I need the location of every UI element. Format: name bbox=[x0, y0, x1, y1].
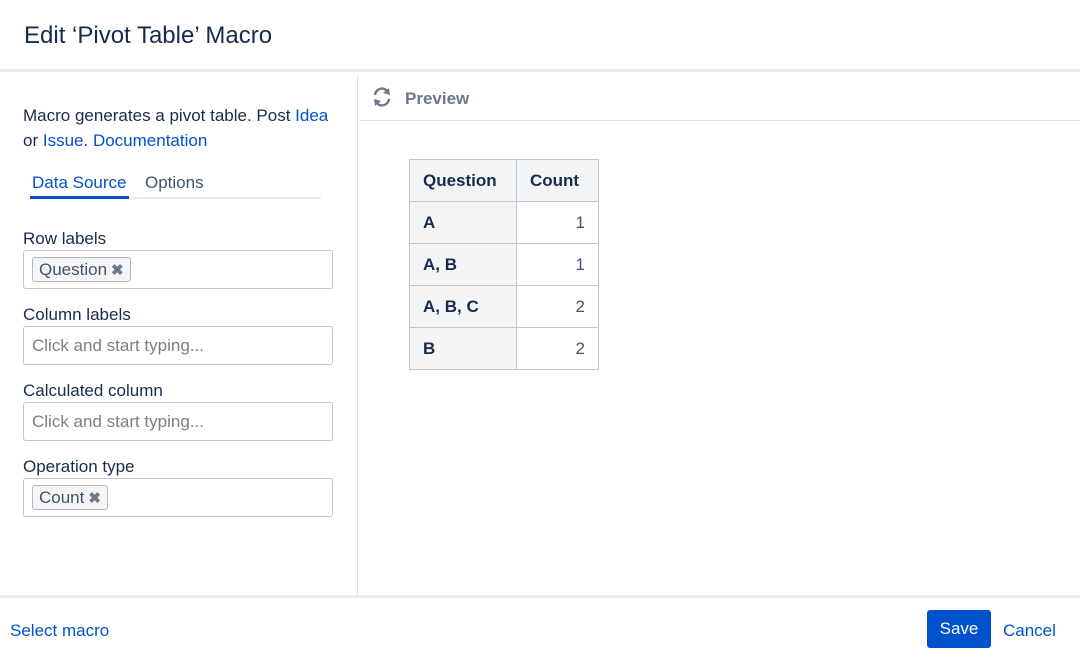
operation-type-chip: Count ✖ bbox=[32, 485, 108, 510]
row-label-cell: A, B bbox=[409, 243, 517, 286]
row-label-cell: A bbox=[409, 201, 517, 244]
remove-chip-icon[interactable]: ✖ bbox=[111, 262, 124, 279]
column-header: Count bbox=[516, 159, 599, 202]
count-cell: 2 bbox=[516, 327, 599, 370]
cancel-button[interactable]: Cancel bbox=[1003, 621, 1056, 641]
table-row: A, B, C 2 bbox=[409, 285, 599, 328]
table-row: A, B 1 bbox=[409, 243, 599, 286]
tab-data-source[interactable]: Data Source bbox=[30, 171, 129, 199]
documentation-link[interactable]: Documentation bbox=[93, 131, 207, 150]
operation-type-field[interactable]: Count ✖ bbox=[23, 478, 333, 517]
row-label-cell: A, B, C bbox=[409, 285, 517, 328]
dialog-title: Edit ‘Pivot Table’ Macro bbox=[24, 22, 273, 49]
macro-description: Macro generates a pivot table. Post Idea… bbox=[23, 106, 329, 150]
pivot-table: Question Count A 1 A, B 1 A, B, C 2 B 2 bbox=[409, 159, 599, 370]
remove-chip-icon[interactable]: ✖ bbox=[88, 490, 101, 507]
table-row: B 2 bbox=[409, 327, 599, 370]
row-label-cell: B bbox=[409, 327, 517, 370]
dialog-footer: Select macro Save Cancel bbox=[0, 595, 1080, 659]
save-button[interactable]: Save bbox=[927, 610, 991, 648]
count-cell: 2 bbox=[516, 285, 599, 328]
column-header: Question bbox=[409, 159, 517, 202]
row-label-chip: Question ✖ bbox=[32, 257, 131, 282]
settings-tabs: Data Source Options bbox=[30, 171, 321, 199]
calculated-column-field[interactable]: Click and start typing... bbox=[23, 402, 333, 441]
row-labels-label: Row labels bbox=[23, 229, 107, 248]
select-macro-link[interactable]: Select macro bbox=[10, 621, 109, 641]
table-row: A 1 bbox=[409, 201, 599, 244]
operation-type-label: Operation type bbox=[23, 457, 135, 476]
preview-label: Preview bbox=[405, 89, 470, 108]
calculated-column-label: Calculated column bbox=[23, 381, 163, 400]
issue-link[interactable]: Issue bbox=[43, 131, 84, 150]
column-labels-placeholder: Click and start typing... bbox=[32, 336, 204, 355]
dialog-header: Edit ‘Pivot Table’ Macro bbox=[0, 0, 1080, 72]
idea-link[interactable]: Idea bbox=[295, 106, 328, 125]
row-labels-field[interactable]: Question ✖ bbox=[23, 250, 333, 289]
table-header-row: Question Count bbox=[409, 159, 599, 202]
column-labels-field[interactable]: Click and start typing... bbox=[23, 326, 333, 365]
settings-panel: Macro generates a pivot table. Post Idea… bbox=[0, 75, 358, 595]
count-cell: 1 bbox=[516, 243, 599, 286]
calculated-column-placeholder: Click and start typing... bbox=[32, 412, 204, 431]
column-labels-label: Column labels bbox=[23, 305, 131, 324]
tab-options[interactable]: Options bbox=[145, 171, 204, 199]
preview-bar: Preview bbox=[359, 75, 1080, 121]
count-cell: 1 bbox=[516, 201, 599, 244]
refresh-icon[interactable] bbox=[371, 86, 393, 108]
